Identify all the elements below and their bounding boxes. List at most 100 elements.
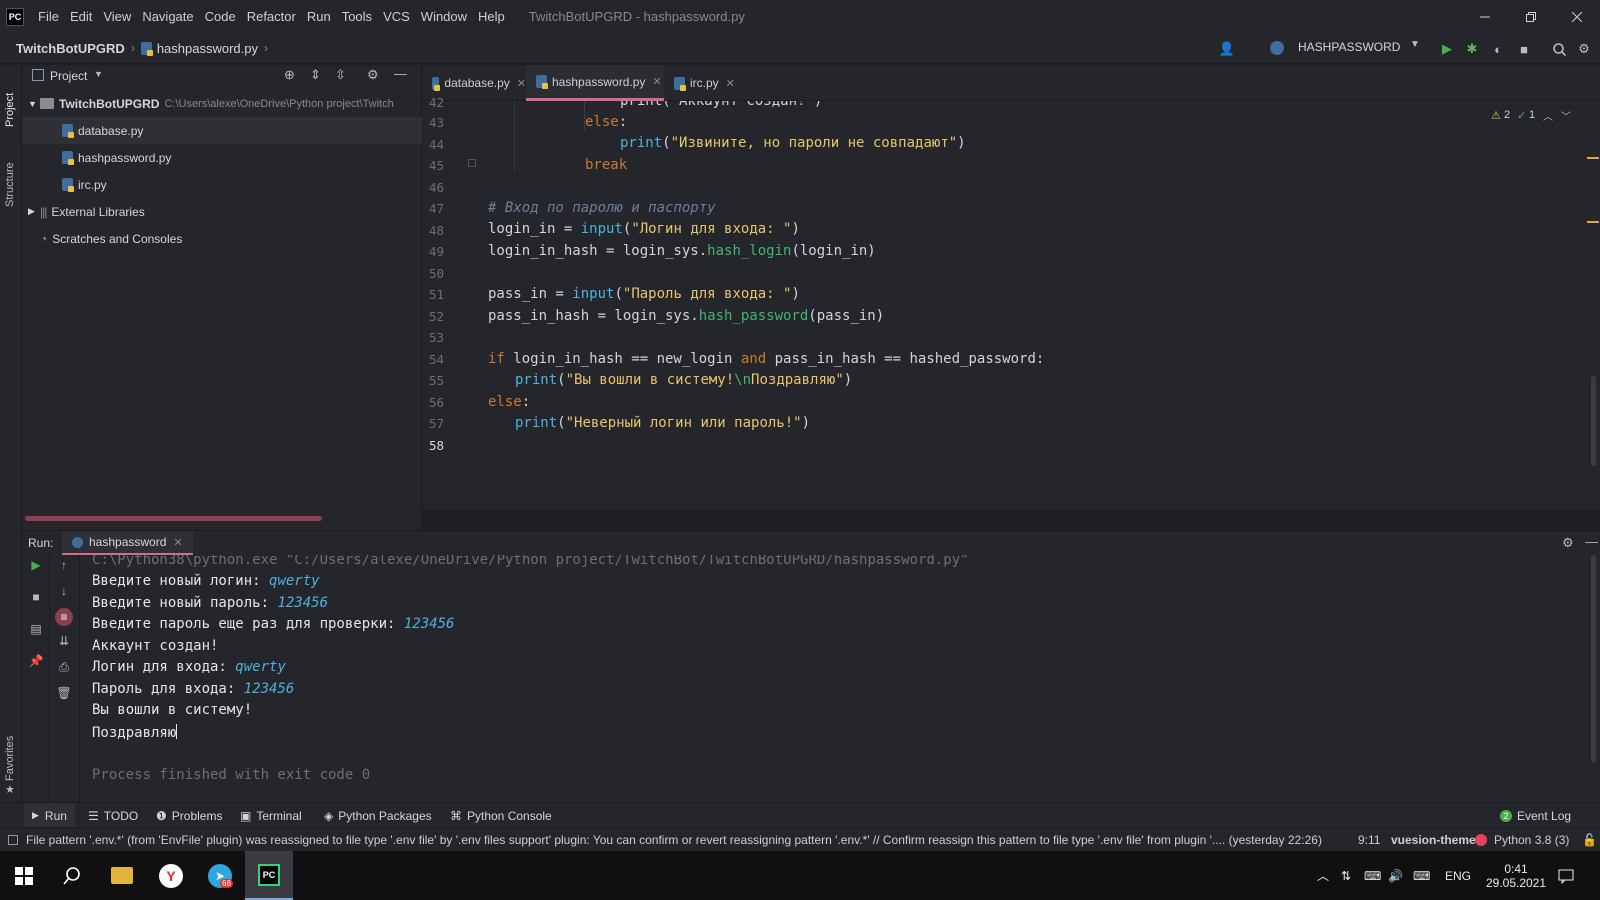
tab-irc[interactable]: irc.py ✕ <box>664 65 744 101</box>
string-literal: "Извините, но пароли не совпадают" <box>670 135 958 151</box>
hide-panel-icon[interactable]: — <box>1585 534 1598 549</box>
tree-external-libraries[interactable]: ▶ ||| External Libraries <box>22 198 422 225</box>
menu-run[interactable]: Run <box>307 9 331 24</box>
tab-hashpassword[interactable]: hashpassword.py ✕ <box>526 65 664 101</box>
editor-scrollbar-thumb[interactable] <box>1591 376 1596 466</box>
menu-navigate[interactable]: Navigate <box>142 9 193 24</box>
hide-panel-icon[interactable]: — <box>394 66 407 81</box>
theme-name[interactable]: vuesion-theme <box>1391 828 1476 852</box>
run-tab-hashpassword[interactable]: hashpassword ✕ <box>62 531 193 556</box>
scroll-to-end-icon[interactable]: ⇊ <box>56 633 72 649</box>
menu-tools[interactable]: Tools <box>342 9 372 24</box>
project-view-title[interactable]: Project <box>50 69 87 83</box>
network-icon[interactable]: ⇅ <box>1341 851 1351 900</box>
search-button[interactable] <box>48 851 96 900</box>
tray-chevron-icon[interactable]: ︿ <box>1317 851 1329 900</box>
gear-icon[interactable]: ⚙ <box>367 67 379 83</box>
warning-icon[interactable]: ⚠ <box>1491 109 1501 122</box>
rerun-icon[interactable]: ▶ <box>28 557 44 573</box>
structure-tool-button[interactable]: Structure <box>4 143 16 207</box>
tree-root[interactable]: ▼ TwitchBotUPGRD C:\Users\alexe\OneDrive… <box>22 90 422 117</box>
pycharm-app[interactable]: PC <box>245 851 293 900</box>
menu-vcs[interactable]: VCS <box>383 9 410 24</box>
project-tool-button[interactable]: Project <box>4 71 16 127</box>
menu-view[interactable]: View <box>103 9 131 24</box>
soft-wrap-icon[interactable]: ≡ <box>55 608 73 626</box>
file-explorer-app[interactable] <box>98 851 146 900</box>
toolwindow-python-console[interactable]: ⌘ Python Console <box>450 803 552 828</box>
user-icon[interactable]: 👤 <box>1218 40 1236 58</box>
tree-file-hashpassword[interactable]: hashpassword.py <box>22 144 422 171</box>
fold-marker-icon[interactable] <box>468 159 476 167</box>
chevron-down-icon[interactable]: ▼ <box>1410 39 1420 50</box>
restore-button[interactable] <box>1508 0 1554 33</box>
close-tab-icon[interactable]: ✕ <box>517 77 526 90</box>
favorites-tool-button[interactable]: Favorites <box>4 725 16 781</box>
code-editor[interactable]: print("Аккаунт создан!") else: print("Из… <box>482 101 1569 510</box>
trash-icon[interactable]: 🗑 <box>56 685 72 701</box>
down-arrow-icon[interactable]: ↓ <box>56 583 72 599</box>
menu-help[interactable]: Help <box>478 9 505 24</box>
breadcrumb-project[interactable]: TwitchBotUPGRD <box>16 41 125 56</box>
stop-icon[interactable]: ■ <box>28 589 44 605</box>
menu-window[interactable]: Window <box>421 9 467 24</box>
wifi-icon[interactable]: ⌨ <box>1364 851 1381 900</box>
previous-highlight-icon[interactable]: ︿ <box>1543 108 1553 123</box>
search-icon[interactable] <box>1550 40 1568 58</box>
run-config-select[interactable]: HASHPASSWORD <box>1298 40 1400 54</box>
coverage-icon[interactable]: ◐ <box>1489 40 1507 58</box>
up-arrow-icon[interactable]: ↑ <box>56 557 72 573</box>
notifications-icon[interactable] <box>1558 851 1574 900</box>
settings-gear-icon[interactable]: ⚙ <box>1575 40 1593 58</box>
console-input: qwerty <box>269 573 320 589</box>
menu-refactor[interactable]: Refactor <box>247 9 296 24</box>
interpreter-selector[interactable]: Python 3.8 (3) <box>1475 828 1569 852</box>
gear-icon[interactable]: ⚙ <box>1562 535 1574 551</box>
breadcrumb-file[interactable]: hashpassword.py <box>157 41 258 56</box>
stop-icon[interactable]: ■ <box>1515 40 1533 58</box>
warning-marker[interactable] <box>1587 157 1599 159</box>
toolwindow-python-packages[interactable]: ◈ Python Packages <box>324 803 432 828</box>
print-icon[interactable]: ⎙ <box>56 659 72 675</box>
toolwindow-terminal[interactable]: ▣ Terminal <box>240 803 302 828</box>
tree-file-database[interactable]: database.py <box>22 117 422 144</box>
keyboard-icon[interactable]: ⌨ <box>1413 851 1430 900</box>
yandex-browser-app[interactable]: Y <box>147 851 195 900</box>
tree-file-irc[interactable]: irc.py <box>22 171 422 198</box>
language-indicator[interactable]: ENG <box>1445 851 1471 900</box>
toolwindow-todo[interactable]: ☰ TODO <box>88 803 138 828</box>
collapse-all-icon[interactable]: ⇳ <box>335 67 346 83</box>
menu-file[interactable]: File <box>38 9 59 24</box>
weak-warning-icon[interactable]: ✓ <box>1517 109 1526 122</box>
minimize-button[interactable] <box>1462 0 1508 33</box>
menu-edit[interactable]: Edit <box>70 9 92 24</box>
warning-marker[interactable] <box>1587 221 1599 223</box>
next-highlight-icon[interactable]: ﹀ <box>1561 108 1571 123</box>
horizontal-scrollbar-thumb[interactable] <box>25 516 322 521</box>
menu-code[interactable]: Code <box>205 9 236 24</box>
clock[interactable]: 0:41 29.05.2021 <box>1480 851 1552 900</box>
close-window-button[interactable] <box>1554 0 1600 33</box>
close-tab-icon[interactable]: ✕ <box>173 536 182 549</box>
locate-icon[interactable]: ⊕ <box>284 67 295 83</box>
telegram-app[interactable]: ➤ 68 <box>196 851 244 900</box>
debug-icon[interactable]: ✱ <box>1463 40 1481 58</box>
console-scrollbar-thumb[interactable] <box>1591 555 1596 763</box>
start-button[interactable] <box>0 851 48 900</box>
pin-icon[interactable]: 📌 <box>28 653 44 669</box>
volume-icon[interactable]: 🔊 <box>1388 851 1403 900</box>
run-icon[interactable]: ▶ <box>1438 40 1456 58</box>
tree-scratches[interactable]: ◔ Scratches and Consoles <box>22 225 422 252</box>
layout-icon[interactable]: ▤ <box>28 621 44 637</box>
toolwindow-event-log[interactable]: 2 Event Log <box>1500 803 1571 828</box>
expand-all-icon[interactable]: ⇕ <box>310 67 321 83</box>
lock-icon[interactable]: 🔓 <box>1582 828 1597 852</box>
run-console[interactable]: C:\Python38\python.exe "C:/Users/alexe/O… <box>80 555 1580 802</box>
caret-position[interactable]: 9:11 <box>1358 828 1380 852</box>
close-tab-icon[interactable]: ✕ <box>652 75 661 88</box>
chevron-down-icon[interactable]: ▼ <box>94 69 103 79</box>
close-tab-icon[interactable]: ✕ <box>726 77 735 90</box>
toolwindow-run[interactable]: ▶ Run <box>24 803 75 828</box>
toolwindow-problems[interactable]: ❶ Problems <box>156 803 222 828</box>
status-message[interactable]: File pattern '.env.*' (from 'EnvFile' pl… <box>8 828 1322 852</box>
